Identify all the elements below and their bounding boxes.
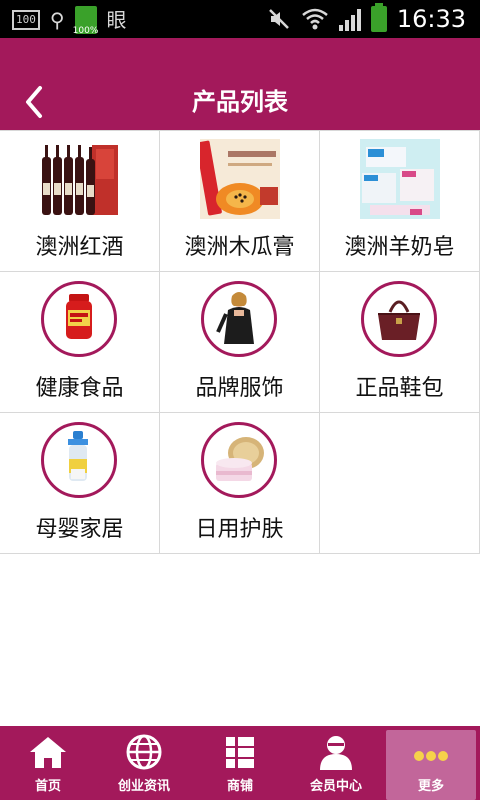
nav-business-news[interactable]: 创业资讯 [96,726,192,800]
reader-app-icon: 眼 [106,8,127,32]
papaya-cream-image [195,139,280,219]
battery-full-icon: 100% [73,6,98,36]
goat-milk-soap-image [360,139,440,219]
bottom-navigation: 首页 创业资讯 商铺 会员中心 更多 [0,726,480,800]
nav-label: 创业资讯 [117,779,170,794]
nav-home[interactable]: 首页 [0,726,96,800]
nav-label: 商铺 [226,779,253,794]
signal-icon [338,7,361,31]
product-label: 品牌服饰 [195,376,284,401]
product-label: 日用护肤 [195,517,284,542]
nav-label: 首页 [34,779,61,794]
app-header: 产品列表 [0,38,480,130]
fashion-model-image [201,281,277,357]
nav-label: 更多 [417,779,444,794]
product-label: 健康食品 [35,376,124,401]
more-dots-icon [414,751,448,761]
mute-icon [268,9,289,29]
product-label: 澳洲红酒 [35,235,124,260]
clock-time: 16:33 [396,5,466,33]
nav-shops[interactable]: 商铺 [192,726,288,800]
battery-icon [370,3,387,32]
status-bar: 100 ⚲ 100% 眼 16:33 [0,0,480,38]
empty-grid-cell [320,413,480,554]
supplement-bottle-image [41,281,117,357]
product-cell-goat-soap[interactable]: 澳洲羊奶皂 [320,131,480,272]
wifi-icon [302,8,328,30]
handbag-image [361,281,437,357]
product-cell-baby-home[interactable]: 母婴家居 [0,413,160,554]
product-cell-wine[interactable]: 澳洲红酒 [0,131,160,272]
product-label: 澳洲羊奶皂 [344,235,455,260]
product-cell-bags[interactable]: 正品鞋包 [320,272,480,413]
page-title: 产品列表 [192,88,288,116]
product-cell-papaya-cream[interactable]: 澳洲木瓜膏 [160,131,320,272]
nav-more[interactable]: 更多 [386,730,476,800]
user-icon [320,736,352,770]
cream-jar-image [201,422,277,498]
product-cell-skincare[interactable]: 日用护肤 [160,413,320,554]
home-icon [30,737,66,768]
battery-percent-text: 100% [72,26,99,36]
product-label: 正品鞋包 [355,376,444,401]
nav-member-center[interactable]: 会员中心 [288,726,384,800]
usb-icon: ⚲ [49,8,65,32]
notification-box-icon: 100 [12,10,40,30]
wine-bottles-image [40,139,120,219]
globe-icon [126,734,162,770]
product-cell-fashion[interactable]: 品牌服饰 [160,272,320,413]
nav-label: 会员中心 [309,779,362,794]
app-screen: 100 ⚲ 100% 眼 16:33 产品列表 澳洲红酒 澳洲木瓜膏 澳洲羊奶皂… [0,0,480,800]
product-label: 母婴家居 [35,517,124,542]
product-grid: 澳洲红酒 澳洲木瓜膏 澳洲羊奶皂 健康食品 品牌服饰 正品鞋包 母婴家居 日用护… [0,130,480,554]
product-cell-health-food[interactable]: 健康食品 [0,272,160,413]
product-label: 澳洲木瓜膏 [184,235,295,260]
baby-bottle-image [41,422,117,498]
grid-list-icon [226,737,254,768]
